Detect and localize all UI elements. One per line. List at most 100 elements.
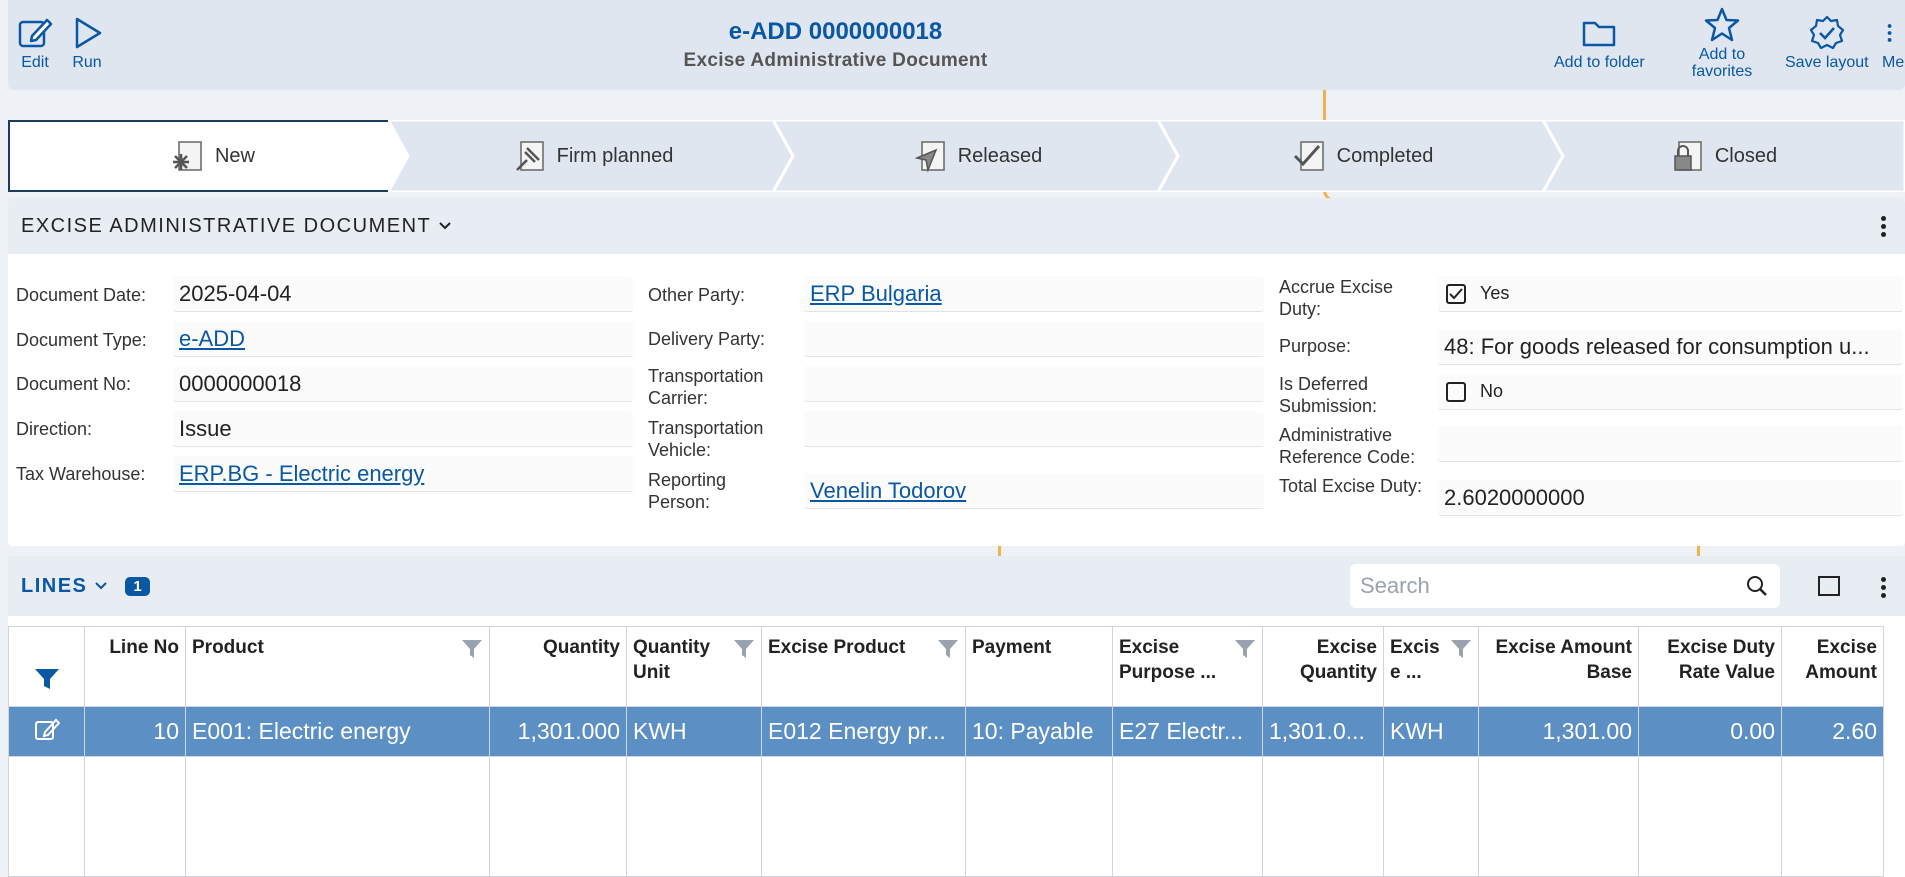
add-to-favorites-button[interactable]: Add to favorites	[1682, 6, 1762, 80]
state-firm-planned[interactable]: Firm planned	[388, 120, 798, 192]
other-party-field[interactable]: ERP Bulgaria	[804, 276, 1264, 312]
accrue-excise-duty-label: Accrue Excise Duty:	[1279, 277, 1394, 319]
add-to-folder-button[interactable]: Add to folder	[1554, 14, 1645, 71]
column-header-excise-unit[interactable]: Excis e ...	[1383, 626, 1479, 707]
filter-icon[interactable]	[34, 667, 60, 691]
cell-excise-amount[interactable]: 2.60	[1781, 706, 1884, 757]
column-header-product[interactable]: Product	[185, 626, 490, 707]
state-closed[interactable]: Closed	[1543, 120, 1905, 192]
lines-menu-icon[interactable]	[1881, 574, 1889, 601]
row-edit-cell[interactable]	[8, 706, 85, 757]
state-completed[interactable]: Completed	[1158, 120, 1568, 192]
save-layout-button[interactable]: Save layout	[1785, 14, 1869, 71]
document-section-title: EXCISE ADMINISTRATIVE DOCUMENT	[21, 214, 432, 237]
column-header-excise-product[interactable]: Excise Product	[761, 626, 966, 707]
folder-icon	[1583, 21, 1616, 47]
transportation-carrier-label: Transportation Carrier:	[648, 366, 764, 408]
state-released[interactable]: Released	[773, 120, 1183, 192]
tax-warehouse-field[interactable]: ERP.BG - Electric energy	[173, 456, 633, 492]
star-icon	[1704, 7, 1740, 42]
column-header-excise-purpose[interactable]: Excise Purpose ...	[1112, 626, 1263, 707]
transportation-carrier-field[interactable]	[804, 366, 1264, 402]
is-deferred-submission-field[interactable]: No	[1438, 374, 1903, 410]
reporting-person-link[interactable]: Venelin Todorov	[810, 478, 966, 504]
column-header-excise-duty-rate-value[interactable]: Excise Duty Rate Value	[1638, 626, 1782, 707]
cell-payment[interactable]: 10: Payable	[965, 706, 1113, 757]
state-completed-label: Completed	[1336, 144, 1434, 167]
other-party-link[interactable]: ERP Bulgaria	[810, 281, 942, 307]
column-header-line-no[interactable]: Line No	[84, 626, 186, 707]
cell-excise-amount-base[interactable]: 1,301.00	[1478, 706, 1639, 757]
more-button[interactable]: Me	[1882, 14, 1905, 71]
chevron-down-icon[interactable]	[93, 578, 109, 594]
edit-label: Edit	[21, 54, 49, 71]
cell-quantity[interactable]: 1,301.000	[489, 706, 627, 757]
column-header-excise-quantity[interactable]: Excise Quantity	[1262, 626, 1384, 707]
delivery-party-field[interactable]	[804, 321, 1264, 357]
column-filter-icon[interactable]	[937, 639, 959, 659]
column-filter-icon[interactable]	[1234, 639, 1256, 659]
select-mode-button[interactable]	[1818, 576, 1840, 596]
play-icon	[75, 17, 102, 49]
accrue-excise-duty-field[interactable]: Yes	[1438, 276, 1903, 312]
state-new[interactable]: New	[8, 120, 418, 192]
total-excise-duty-field[interactable]: 2.6020000000	[1438, 480, 1903, 516]
section-menu-icon[interactable]	[1881, 213, 1889, 240]
tax-warehouse-link[interactable]: ERP.BG - Electric energy	[179, 461, 424, 487]
document-date-field[interactable]: 2025-04-04	[173, 276, 633, 312]
document-type-label: Document Type:	[16, 330, 147, 350]
document-no-field[interactable]: 0000000018	[173, 366, 633, 402]
cell-excise-purpose[interactable]: E27 Electr...	[1112, 706, 1263, 757]
transportation-vehicle-field[interactable]	[804, 411, 1264, 447]
run-label: Run	[72, 54, 102, 71]
page-title: e-ADD 0000000018	[728, 18, 943, 45]
cell-line-no[interactable]: 10	[84, 706, 186, 757]
column-header-product-label: Product	[192, 637, 264, 658]
empty-row	[8, 756, 1884, 877]
administrative-reference-code-field[interactable]	[1438, 426, 1903, 462]
lines-count-badge: 1	[125, 576, 150, 596]
table-row[interactable]: 10 E001: Electric energy 1,301.000 KWH E…	[8, 706, 1884, 757]
column-header-quantity[interactable]: Quantity	[489, 626, 627, 707]
is-deferred-submission-value: No	[1480, 381, 1504, 401]
lines-section-title[interactable]: LINES	[21, 575, 87, 598]
column-header-payment[interactable]: Payment	[965, 626, 1113, 707]
column-filter-icon[interactable]	[461, 639, 483, 659]
cell-excise-duty-rate-value[interactable]: 0.00	[1638, 706, 1782, 757]
purpose-field[interactable]: 48: For goods released for consumption u…	[1438, 329, 1903, 365]
column-header-quantity-unit[interactable]: Quantity Unit	[626, 626, 762, 707]
reporting-person-field[interactable]: Venelin Todorov	[804, 473, 1264, 509]
filter-column-header[interactable]	[8, 626, 85, 707]
edit-icon[interactable]	[34, 717, 60, 741]
column-filter-icon[interactable]	[733, 639, 755, 659]
search-icon[interactable]	[1746, 575, 1768, 597]
other-party-label: Other Party:	[648, 285, 746, 305]
is-deferred-submission-checkbox[interactable]	[1446, 381, 1466, 402]
more-label: Me	[1882, 54, 1905, 71]
lines-panel-header: LINES 1 Search	[8, 556, 1905, 616]
edit-button[interactable]: Edit	[16, 14, 54, 71]
direction-field[interactable]: Issue	[173, 411, 633, 447]
column-header-excise-amount-base[interactable]: Excise Amount Base	[1478, 626, 1639, 707]
cell-excise-unit[interactable]: KWH	[1383, 706, 1479, 757]
cell-product[interactable]: E001: Electric energy	[185, 706, 490, 757]
state-closed-label: Closed	[1714, 144, 1778, 167]
cell-excise-quantity[interactable]: 1,301.0...	[1262, 706, 1384, 757]
document-type-field[interactable]: e-ADD	[173, 321, 633, 357]
document-type-link[interactable]: e-ADD	[179, 326, 245, 352]
lines-search-input[interactable]: Search	[1350, 564, 1780, 608]
more-vertical-icon	[1887, 24, 1892, 42]
column-filter-icon[interactable]	[1450, 639, 1472, 659]
cell-excise-product[interactable]: E012 Energy pr...	[761, 706, 966, 757]
chevron-down-icon[interactable]	[437, 218, 453, 234]
title-block: e-ADD 0000000018 Excise Administrative D…	[508, 18, 1163, 72]
run-button[interactable]: Run	[68, 14, 106, 71]
lines-table: Line No Product Quantity Quantity Unit E…	[8, 626, 1884, 877]
document-panel-header[interactable]: EXCISE ADMINISTRATIVE DOCUMENT	[8, 198, 1905, 254]
accrue-excise-duty-checkbox[interactable]	[1446, 283, 1466, 304]
checkmark-icon	[1293, 141, 1324, 171]
cell-quantity-unit[interactable]: KWH	[626, 706, 762, 757]
state-bar: New Firm planned Released Completed Clos…	[8, 120, 1905, 192]
column-header-excise-amount[interactable]: Excise Amount	[1781, 626, 1884, 707]
total-excise-duty-label: Total Excise Duty:	[1279, 476, 1423, 496]
